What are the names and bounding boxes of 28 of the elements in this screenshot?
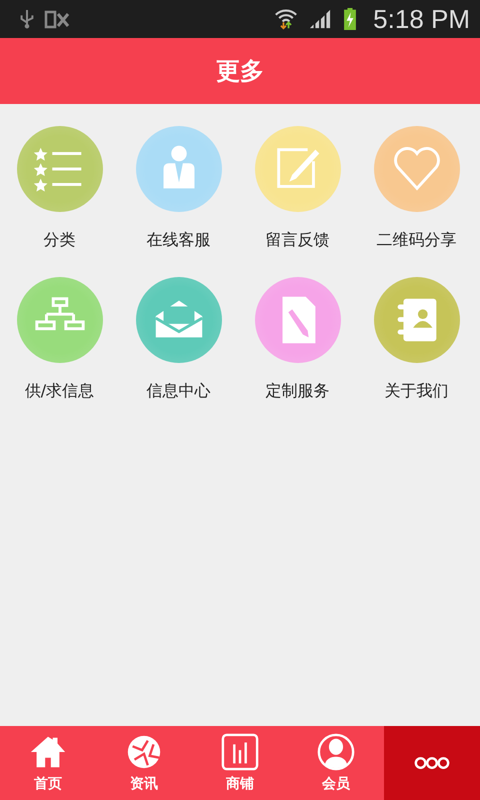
menu-item[interactable]: 定制服务: [238, 277, 357, 402]
menu-label: 二维码分享: [376, 230, 456, 251]
menu-label: 关于我们: [384, 381, 448, 402]
tab[interactable]: 资讯: [96, 726, 192, 800]
wifi-icon: [273, 8, 300, 30]
menu-label: 信息中心: [146, 381, 210, 402]
menu-item[interactable]: 二维码分享: [357, 126, 476, 251]
menu-item[interactable]: 信息中心: [119, 277, 238, 402]
menu-label: 定制服务: [266, 381, 330, 402]
page-title: 更多: [216, 56, 264, 87]
menu-item[interactable]: 在线客服: [119, 126, 238, 251]
tab[interactable]: 会员: [288, 726, 384, 800]
usb-icon: [18, 8, 36, 30]
menu-item[interactable]: 留言反馈: [238, 126, 357, 251]
clock: 5:18 PM: [373, 4, 470, 34]
tab[interactable]: 首页: [0, 726, 96, 800]
menu-item[interactable]: 供/求信息: [0, 277, 119, 402]
chart-icon: [221, 733, 259, 771]
menu-item[interactable]: 关于我们: [357, 277, 476, 402]
menu-item[interactable]: 分类: [0, 126, 119, 251]
tab[interactable]: [384, 726, 480, 800]
menu-label: 供/求信息: [24, 381, 94, 402]
notification-icon: [44, 8, 70, 30]
user-icon: [317, 733, 355, 771]
menu-label: 在线客服: [146, 230, 210, 251]
menu-label: 留言反馈: [266, 230, 330, 251]
tab[interactable]: 商铺: [192, 726, 288, 800]
menu-label: 分类: [44, 230, 76, 251]
